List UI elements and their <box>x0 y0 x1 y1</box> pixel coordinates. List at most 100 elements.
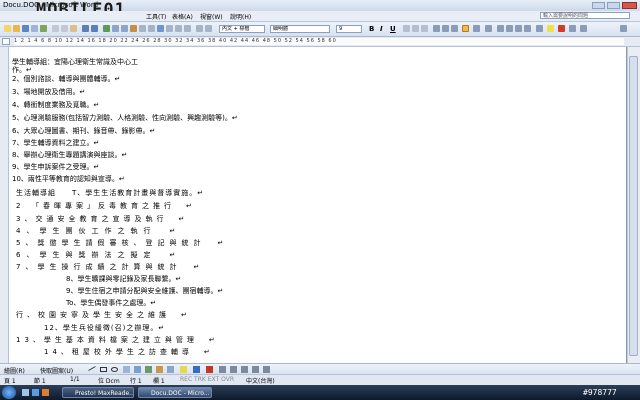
enclose-icon[interactable] <box>580 25 587 32</box>
minimize-button[interactable] <box>592 2 605 9</box>
vertical-ruler[interactable] <box>0 47 9 369</box>
doc-line-15: 4、學生團伙工作之執行 ↵ <box>16 227 182 235</box>
line-color-icon[interactable] <box>193 366 200 373</box>
numbering-icon[interactable] <box>497 25 504 32</box>
outside-border-icon[interactable] <box>536 25 543 32</box>
status-page: 頁 1 <box>4 378 16 385</box>
doc-line-10: 9、學生申訴案件之受理。↵ <box>12 163 100 171</box>
decrease-indent-icon[interactable] <box>515 25 522 32</box>
fill-color-icon[interactable] <box>180 366 187 373</box>
maximize-button[interactable] <box>607 2 620 9</box>
highlight-icon[interactable] <box>547 25 554 32</box>
3d-icon[interactable] <box>263 366 270 373</box>
size-combo[interactable]: 9 <box>336 25 362 33</box>
styles-icon[interactable] <box>205 25 212 32</box>
scrollbar-thumb[interactable] <box>629 56 638 356</box>
justify-icon[interactable] <box>462 25 469 32</box>
increase-indent-icon[interactable] <box>524 25 531 32</box>
help-search-input[interactable]: 輸入需要說明的問題 <box>540 12 630 19</box>
taskbar: Presto! MaxReade... Docu.DOC - Micro... <box>0 385 640 400</box>
rectangle-tool-icon[interactable] <box>100 367 107 372</box>
close-button[interactable] <box>622 2 637 9</box>
toolbar-options-icon[interactable] <box>620 25 627 32</box>
bold-button[interactable]: B <box>369 25 374 33</box>
shadow-icon[interactable] <box>252 366 259 373</box>
wordart-icon[interactable] <box>134 366 141 373</box>
open-folder-icon[interactable] <box>13 25 20 32</box>
zoom-icon[interactable] <box>148 25 155 32</box>
textbox-icon[interactable] <box>123 366 130 373</box>
underline-button[interactable]: U <box>390 25 396 33</box>
undo-icon[interactable] <box>82 25 89 32</box>
formatting-toolbar: 內文 + 標楷 細明體 9 B I U <box>0 22 640 37</box>
doc-line-23: 12、學生兵役緩徵(召)之辦理。↵ <box>44 324 166 332</box>
doc-line-12: 生活輔導組 T、學生生活教育計畫與督導實施。↵ <box>16 189 205 197</box>
menu-table[interactable]: 表格(A) <box>172 12 193 21</box>
picture-icon[interactable] <box>167 366 174 373</box>
doc-line-6: 5、心理測驗服務(包括智力測驗、人格測驗、性向測驗、興趣測驗等)。↵ <box>12 114 238 122</box>
doc-line-13: 2 「春暉專案」反毒教育之推行 ↵ <box>16 202 196 210</box>
char-scale-icon[interactable] <box>421 25 428 32</box>
preview-icon[interactable] <box>40 25 47 32</box>
status-flags[interactable]: REC TRK EXT OVR <box>180 376 234 383</box>
quicklaunch-media-icon[interactable] <box>42 389 49 396</box>
redo-icon[interactable] <box>91 25 98 32</box>
oval-tool-icon[interactable] <box>111 367 118 372</box>
quicklaunch-ie-icon[interactable] <box>32 389 39 396</box>
draw-font-color-icon[interactable] <box>206 366 213 373</box>
table-icon[interactable] <box>112 25 119 32</box>
distribute-icon[interactable] <box>473 25 480 32</box>
paste-icon[interactable] <box>70 25 77 32</box>
tab-selector-icon[interactable] <box>2 38 10 45</box>
status-language: 中文(台灣) <box>246 378 275 385</box>
status-position: 位 Dcm <box>98 378 120 385</box>
char-border-icon[interactable] <box>403 25 410 32</box>
copy-icon[interactable] <box>61 25 68 32</box>
align-right-icon[interactable] <box>451 25 458 32</box>
menu-help[interactable]: 說明(H) <box>230 12 251 21</box>
char-shade-icon[interactable] <box>412 25 419 32</box>
print-icon[interactable] <box>31 25 38 32</box>
doc-line-14: 3、交通安全教育之宣導及執行 ↵ <box>16 215 189 223</box>
align-left-icon[interactable] <box>433 25 440 32</box>
diagram-icon[interactable] <box>145 366 152 373</box>
doc-line-9: 8、舉辦心理衛生專題講演與座談。↵ <box>12 151 128 159</box>
horizontal-ruler[interactable]: 1 2 1 4 6 8 10 12 14 16 18 20 22 24 26 2… <box>0 37 640 47</box>
line-style-icon[interactable] <box>219 366 226 373</box>
font-combo[interactable]: 細明體 <box>270 25 330 33</box>
outline-icon[interactable] <box>196 25 203 32</box>
task-presto-maxreader[interactable]: Presto! MaxReade... <box>62 387 134 398</box>
save-icon[interactable] <box>22 25 29 32</box>
style-combo[interactable]: 內文 + 標楷 <box>219 25 265 33</box>
doc-line-24: 13、學生基本資料檔案之建立與管理 ↵ <box>16 336 219 344</box>
line-tool-icon[interactable] <box>88 366 96 371</box>
drawing-icon[interactable] <box>130 25 137 32</box>
columns-icon[interactable] <box>121 25 128 32</box>
cut-icon[interactable] <box>52 25 59 32</box>
phonetic-icon[interactable] <box>569 25 576 32</box>
start-button-icon[interactable] <box>2 386 16 399</box>
font-color-icon[interactable] <box>558 25 565 32</box>
dash-style-icon[interactable] <box>230 366 237 373</box>
task-word-document[interactable]: Docu.DOC - Micro... <box>138 387 212 398</box>
new-doc-icon[interactable] <box>4 25 11 32</box>
bullets-icon[interactable] <box>506 25 513 32</box>
align-center-icon[interactable] <box>442 25 449 32</box>
research-icon[interactable] <box>175 25 182 32</box>
doc-line-16: 5、獎懲學生請假審核、登記與統計 ↵ <box>16 239 229 247</box>
show-hide-icon[interactable] <box>139 25 146 32</box>
status-pages: 1/1 <box>70 376 80 383</box>
menu-tools[interactable]: 工具(T) <box>146 12 166 21</box>
bookmark-icon[interactable] <box>184 25 191 32</box>
watermark-id: #978777 <box>583 388 617 397</box>
read-icon[interactable] <box>166 25 173 32</box>
quicklaunch-desktop-icon[interactable] <box>22 389 29 396</box>
help-icon[interactable] <box>157 25 164 32</box>
line-spacing-icon[interactable] <box>485 25 492 32</box>
hyperlink-icon[interactable] <box>103 25 110 32</box>
doc-line-7: 6、大眾心理圖書、期刊、錄音帶、錄影帶。↵ <box>12 127 156 135</box>
arrow-style-icon[interactable] <box>241 366 248 373</box>
menu-window[interactable]: 視窗(W) <box>200 12 223 21</box>
clipart-icon[interactable] <box>156 366 163 373</box>
italic-button[interactable]: I <box>380 25 383 33</box>
